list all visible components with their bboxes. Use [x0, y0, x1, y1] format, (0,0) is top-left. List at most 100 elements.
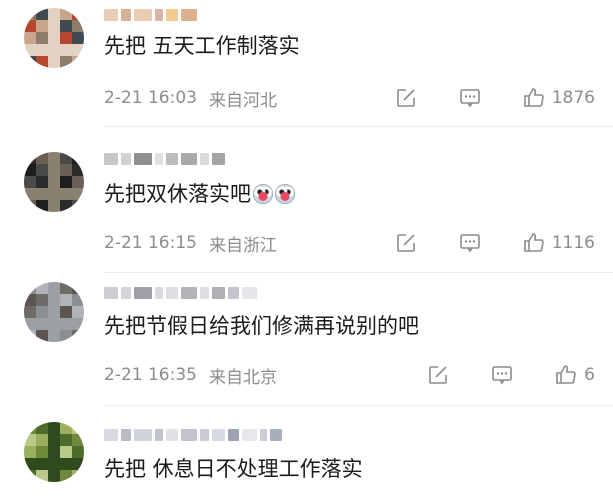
nickname-blur-block [104, 9, 118, 21]
nickname-blurred[interactable] [104, 426, 282, 444]
avatar-pixel [48, 294, 60, 306]
share-square-icon[interactable] [426, 363, 450, 387]
avatar-pixel [72, 306, 84, 318]
comment-bubble-icon[interactable] [458, 86, 482, 110]
avatar-pixel [36, 200, 48, 212]
comment-actions: 1876 [394, 85, 595, 111]
nickname-blur-block [166, 429, 178, 441]
avatar-pixel [72, 188, 84, 200]
avatar-pixel [72, 434, 84, 446]
nickname-blur-block [212, 429, 225, 441]
avatar-pixel [72, 8, 84, 20]
nickname-blurred[interactable] [104, 284, 257, 302]
comment-bubble-icon[interactable] [458, 231, 482, 255]
avatar-pixel [60, 200, 72, 212]
avatar-pixel [72, 20, 84, 32]
comment-meta: 2-21 16:15 来自浙江 1116 [104, 230, 595, 256]
avatar-pixel [60, 318, 72, 330]
avatar-pixel [36, 422, 48, 434]
avatar-pixel [24, 8, 36, 20]
avatar-pixel [24, 32, 36, 44]
avatar-pixel [48, 470, 60, 482]
avatar-pixel [36, 330, 48, 342]
avatar-pixel [36, 44, 48, 56]
avatar-pixel [36, 434, 48, 446]
comment-text: 先把节假日给我们修满再说别的吧 [104, 314, 419, 338]
avatar-pixel [24, 20, 36, 32]
avatar-pixel [60, 20, 72, 32]
avatar-pixel [60, 434, 72, 446]
divider [104, 272, 613, 273]
emoji-icon [253, 184, 273, 204]
avatar-pixel [24, 294, 36, 306]
emoji-icon [275, 184, 295, 204]
avatar-pixel [24, 458, 36, 470]
nickname-blur-block [228, 429, 239, 441]
avatar-pixel [36, 164, 48, 176]
nickname-blur-block [242, 287, 257, 299]
nickname-blur-block [181, 429, 197, 441]
nickname-blur-block [121, 153, 131, 165]
avatar-pixel [48, 422, 60, 434]
share-square-icon[interactable] [394, 231, 418, 255]
comment-text: 先把 休息日不处理工作落实 [104, 457, 363, 481]
avatar-pixel [48, 446, 60, 458]
nickname-blur-block [121, 287, 131, 299]
avatar-pixel [72, 294, 84, 306]
avatar-pixel [72, 200, 84, 212]
nickname-blur-block [212, 287, 225, 299]
avatar[interactable] [24, 8, 84, 68]
nickname-blur-block [270, 429, 282, 441]
avatar-pixel [36, 152, 48, 164]
nickname-blur-block [104, 153, 118, 165]
avatar-pixel [60, 8, 72, 20]
thumbs-up-icon[interactable] [522, 86, 546, 110]
avatar-pixel [24, 188, 36, 200]
nickname-blur-block [200, 153, 209, 165]
avatar[interactable] [24, 152, 84, 212]
thumbs-up-icon[interactable] [554, 363, 578, 387]
nickname-blur-block [134, 429, 152, 441]
comment-actions: 6 [426, 362, 595, 388]
avatar-pixel [36, 32, 48, 44]
comment-location: 来自北京 [208, 367, 277, 388]
avatar-pixel [48, 164, 60, 176]
comment-text: 先把双休落实吧 [104, 180, 295, 208]
avatar-pixel [36, 458, 48, 470]
avatar-pixel [24, 200, 36, 212]
nickname-blur-block [212, 153, 225, 165]
nickname-blur-block [166, 9, 178, 21]
avatar-pixel [72, 44, 84, 56]
nickname-blur-block [228, 287, 239, 299]
avatar-pixel [36, 176, 48, 188]
nickname-blur-block [121, 9, 131, 21]
nickname-blurred[interactable] [104, 6, 197, 24]
avatar-pixel [36, 20, 48, 32]
avatar-pixel [48, 306, 60, 318]
avatar[interactable] [24, 282, 84, 342]
comment-meta: 2-21 16:35 来自北京 6 [104, 362, 595, 388]
nickname-blurred[interactable] [104, 150, 225, 168]
nickname-blur-block [260, 429, 267, 441]
thumbs-up-icon[interactable] [522, 231, 546, 255]
nickname-blur-block [181, 287, 197, 299]
avatar-pixel [48, 318, 60, 330]
nickname-blur-block [166, 153, 178, 165]
nickname-blur-block [155, 9, 163, 21]
avatar-pixel [48, 56, 60, 68]
nickname-blur-block [200, 429, 209, 441]
avatar-pixel [36, 446, 48, 458]
avatar-pixel [60, 446, 72, 458]
avatar-pixel [48, 434, 60, 446]
avatar[interactable] [24, 422, 84, 482]
avatar-pixel [48, 176, 60, 188]
avatar-pixel [48, 32, 60, 44]
share-square-icon[interactable] [394, 86, 418, 110]
avatar-pixel [48, 44, 60, 56]
divider [104, 405, 613, 406]
nickname-blur-block [242, 429, 257, 441]
avatar-pixel [48, 152, 60, 164]
comment-bubble-icon[interactable] [490, 363, 514, 387]
avatar-pixel [60, 330, 72, 342]
comment-text: 先把 五天工作制落实 [104, 34, 300, 58]
